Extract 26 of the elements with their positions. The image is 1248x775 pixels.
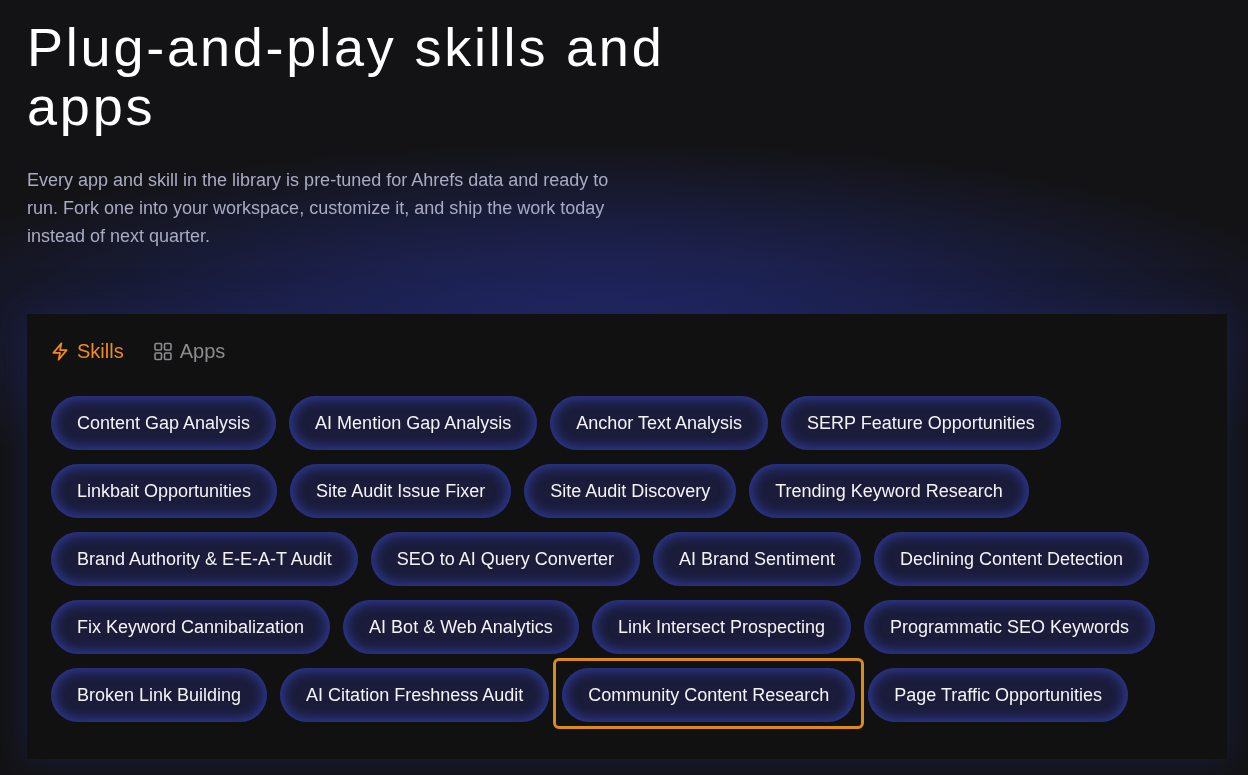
skill-chip[interactable]: Programmatic SEO Keywords [864, 600, 1156, 654]
skill-chip[interactable]: Content Gap Analysis [51, 396, 277, 450]
library-tab[interactable]: Skills [51, 339, 124, 363]
skill-chip[interactable]: Fix Keyword Cannibalization [51, 600, 331, 654]
lightning-icon [51, 341, 69, 361]
library-tab[interactable]: Apps [153, 339, 226, 363]
skill-chip[interactable]: Site Audit Issue Fixer [290, 464, 512, 518]
skill-chip[interactable]: AI Mention Gap Analysis [289, 396, 538, 450]
page-heading: Plug-and-play skills and apps [27, 18, 666, 136]
skill-chip[interactable]: Trending Keyword Research [749, 464, 1029, 518]
skill-chip[interactable]: Declining Content Detection [874, 532, 1150, 586]
skill-chip[interactable]: AI Citation Freshness Audit [280, 668, 550, 722]
skill-chip[interactable]: Site Audit Discovery [524, 464, 737, 518]
skill-chip[interactable]: SEO to AI Query Converter [370, 532, 640, 586]
skill-chip[interactable]: AI Brand Sentiment [652, 532, 861, 586]
skill-chip[interactable]: Page Traffic Opportunities [868, 668, 1129, 722]
skill-chip[interactable]: Community Content Research [562, 668, 856, 722]
skill-chip[interactable]: SERP Feature Opportunities [781, 396, 1061, 450]
skill-chip[interactable]: Anchor Text Analysis [550, 396, 768, 450]
grid-icon [153, 341, 172, 361]
page-description: Every app and skill in the library is pre-tuned for Ahrefs data and ready to run. Fork one into your workspace, customize it, and ship the work today instead of next quarter. [27, 169, 610, 248]
skill-chip[interactable]: Link Intersect Prospecting [591, 600, 851, 654]
skill-chip[interactable]: Linkbait Opportunities [51, 464, 278, 518]
skill-chip[interactable]: Brand Authority & E-E-A-T Audit [51, 532, 358, 586]
skill-chip[interactable]: AI Bot & Web Analytics [343, 600, 579, 654]
skill-chip[interactable]: Broken Link Building [51, 668, 268, 722]
